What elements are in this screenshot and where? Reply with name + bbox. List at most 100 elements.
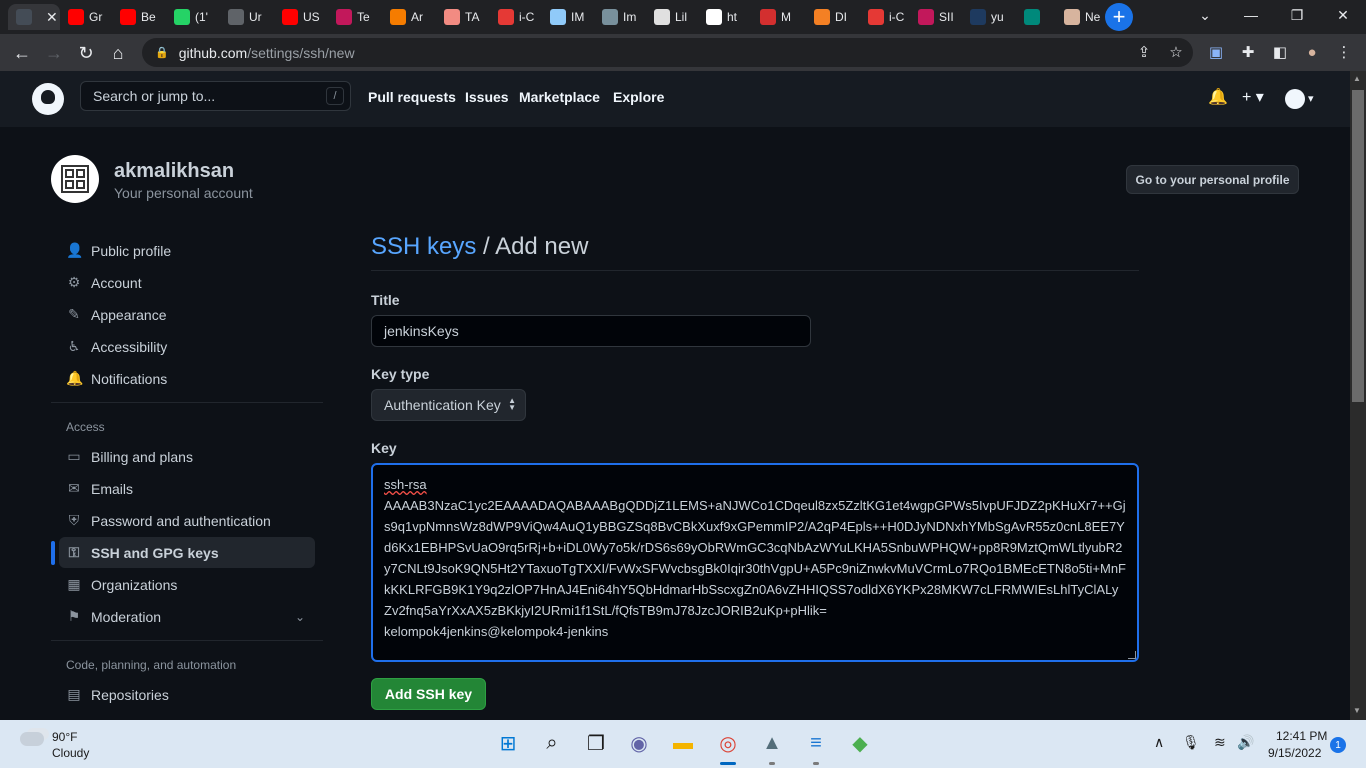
tab-title: Gr [89, 10, 103, 24]
sidebar-item[interactable]: ✉ Emails [59, 473, 315, 504]
side-panel-icon[interactable]: ◧ [1270, 42, 1290, 62]
scroll-down-arrow[interactable]: ▼ [1353, 706, 1361, 715]
browser-tab[interactable]: DI [806, 4, 860, 30]
notifications-bell-icon[interactable]: 🔔 [1208, 87, 1228, 107]
browser-tab[interactable]: (1' [166, 4, 220, 30]
chrome-app[interactable]: ◎ [715, 730, 741, 756]
browser-tab[interactable]: ✕ [8, 4, 60, 30]
report-icon: ⚑ [67, 608, 81, 624]
resize-handle[interactable] [1128, 651, 1136, 659]
sidebar-item[interactable]: ✎ Appearance [59, 299, 315, 330]
user-avatar-icon[interactable] [1285, 89, 1305, 109]
weather-condition[interactable]: Cloudy [52, 746, 89, 760]
search-button[interactable]: ⌕ [539, 730, 565, 756]
browser-tab[interactable]: Lil [646, 4, 698, 30]
nav-explore[interactable]: Explore [613, 89, 664, 105]
browser-tab[interactable]: Te [328, 4, 382, 30]
avatar-caret-icon[interactable]: ▾ [1308, 92, 1314, 105]
browser-tab[interactable]: i-C [860, 4, 910, 30]
sidebar-item[interactable]: ⚙ Account [59, 267, 315, 298]
browser-tab[interactable]: Im [594, 4, 646, 30]
browser-tab[interactable]: US [274, 4, 328, 30]
microphone-icon[interactable]: 🎙 [1182, 734, 1200, 751]
volume-icon[interactable]: 🔊 [1237, 734, 1254, 751]
git-app[interactable]: ◆ [847, 730, 873, 756]
sidebar-item[interactable]: ▦ Organizations [59, 569, 315, 600]
create-new-dropdown[interactable]: + ▾ [1242, 87, 1264, 107]
tab-title: ht [727, 10, 738, 24]
weather-temperature[interactable]: 90°F [52, 730, 77, 744]
browser-tab[interactable]: Ur [220, 4, 274, 30]
add-ssh-key-button[interactable]: Add SSH key [371, 678, 486, 710]
wifi-icon[interactable]: ≋ [1214, 734, 1226, 751]
browser-tab[interactable]: SII [910, 4, 962, 30]
bookmark-star-icon[interactable]: ☆ [1166, 42, 1186, 62]
title-input[interactable]: jenkinsKeys [371, 315, 811, 347]
tray-chevron-icon[interactable]: ∧ [1154, 734, 1164, 751]
chevron-down-icon[interactable]: ⌄ [295, 610, 305, 624]
sidebar-item[interactable]: ⚑ Moderation ⌄ [59, 601, 315, 632]
sidebar-item[interactable]: ⛨ Password and authentication [59, 505, 315, 536]
browser-tab[interactable]: Ar [382, 4, 436, 30]
sidebar-item[interactable]: ♿ Accessibility [59, 331, 315, 362]
browser-tab[interactable]: Be [112, 4, 166, 30]
sidebar-item[interactable]: 👤 Public profile [59, 235, 315, 266]
extension-icon[interactable]: ▣ [1206, 42, 1226, 62]
task-view-button[interactable]: ❐ [583, 730, 609, 756]
monitor-app[interactable]: ▲ [759, 730, 785, 756]
browser-tab[interactable]: M [752, 4, 806, 30]
restore-button[interactable]: ❐ [1274, 0, 1320, 30]
person-icon: 👤 [66, 242, 84, 258]
tab-search-icon[interactable]: ⌄ [1182, 0, 1228, 30]
browser-menu-icon[interactable]: ⋮ [1334, 42, 1354, 62]
window-close-button[interactable]: ✕ [1320, 0, 1366, 30]
running-indicator [769, 762, 775, 765]
browser-tab[interactable]: IM [542, 4, 594, 30]
file-explorer-app[interactable]: ▬ [670, 730, 696, 756]
scroll-up-arrow[interactable]: ▲ [1353, 74, 1361, 83]
nav-issues[interactable]: Issues [465, 89, 509, 105]
browser-tab[interactable]: TA [436, 4, 490, 30]
nav-marketplace[interactable]: Marketplace [519, 89, 600, 105]
clock-time[interactable]: 12:41 PM [1276, 729, 1327, 743]
account-avatar [51, 155, 99, 203]
start-button[interactable]: ⊞ [495, 730, 521, 756]
breadcrumb-ssh-keys[interactable]: SSH keys [371, 233, 476, 260]
share-icon[interactable]: ⇪ [1134, 42, 1154, 62]
sidebar-item[interactable]: ▤ Repositories [59, 679, 315, 710]
nav-pull-requests[interactable]: Pull requests [368, 89, 456, 105]
back-button[interactable]: ← [9, 40, 35, 66]
key-type-select[interactable]: Authentication Key ▲ ▼ [371, 389, 526, 421]
browser-tab[interactable]: i-C [490, 4, 542, 30]
profile-avatar-icon[interactable]: ● [1302, 42, 1322, 62]
browser-tab[interactable]: Ne [1056, 4, 1108, 30]
sidebar-item[interactable]: ▭ Billing and plans [59, 441, 315, 472]
browser-tab[interactable] [1016, 4, 1056, 30]
github-logo-icon[interactable] [32, 83, 64, 115]
sidebar-item[interactable]: ⚿ SSH and GPG keys [59, 537, 315, 568]
key-textarea[interactable]: ssh-rsa AAAAB3NzaC1yc2EAAAADAQABAAABgQDD… [371, 463, 1139, 662]
chat-app[interactable]: ◉ [626, 730, 652, 756]
browser-toolbar: ← → ↻ ⌂ 🔒 github.com/settings/ssh/new ⇪ … [0, 34, 1366, 71]
tab-close-icon[interactable]: ✕ [46, 9, 58, 26]
notepad-app[interactable]: ≡ [803, 730, 829, 756]
cloud-icon[interactable] [20, 732, 44, 746]
sidebar-item-label: Password and authentication [91, 512, 271, 529]
go-to-profile-button[interactable]: Go to your personal profile [1126, 165, 1299, 194]
search-input[interactable]: Search or jump to... / [80, 81, 351, 111]
forward-button[interactable]: → [41, 40, 67, 66]
browser-tab[interactable]: ht [698, 4, 752, 30]
clock-date[interactable]: 9/15/2022 [1268, 746, 1321, 760]
browser-tab[interactable]: Gr [60, 4, 112, 30]
puzzle-icon[interactable]: ✚ [1238, 42, 1258, 62]
scrollbar-thumb[interactable] [1352, 90, 1364, 402]
minimize-button[interactable]: — [1228, 0, 1274, 30]
browser-tab-strip: ✕ Gr Be (1' Ur US Te Ar TA i-C IM Im Lil ht M DI i-C SII y… [0, 0, 1366, 34]
address-bar[interactable]: 🔒 github.com/settings/ssh/new [142, 38, 1193, 67]
notification-badge[interactable]: 1 [1330, 737, 1346, 753]
new-tab-button[interactable]: + [1105, 3, 1133, 31]
reload-button[interactable]: ↻ [73, 40, 99, 66]
sidebar-item[interactable]: 🔔 Notifications [59, 363, 315, 394]
home-button[interactable]: ⌂ [105, 40, 131, 66]
browser-tab[interactable]: yu [962, 4, 1016, 30]
